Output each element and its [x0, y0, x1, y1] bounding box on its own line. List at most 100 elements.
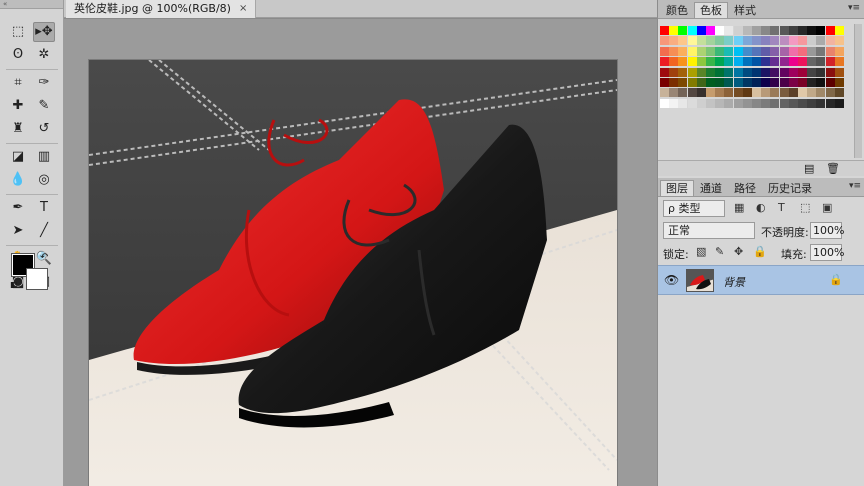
default-colors-icon[interactable]: ◧ [10, 280, 18, 289]
color-swatch[interactable] [788, 67, 798, 77]
clone-stamp-tool-icon[interactable]: ♜ [7, 119, 29, 139]
color-swatch[interactable] [770, 57, 780, 67]
color-swatch[interactable] [733, 57, 743, 67]
color-swatch[interactable] [742, 98, 752, 108]
color-swatch[interactable] [669, 78, 679, 87]
background-color-swatch[interactable] [26, 268, 48, 290]
color-swatch[interactable] [706, 98, 715, 108]
color-swatch[interactable] [706, 26, 715, 35]
layer-filter-select[interactable]: ρ 类型 [663, 200, 725, 217]
color-swatch[interactable] [733, 88, 743, 98]
path-selection-tool-icon[interactable]: ➤ [7, 221, 29, 241]
color-swatch[interactable] [752, 57, 761, 67]
color-swatch[interactable] [770, 67, 780, 77]
color-swatch[interactable] [669, 67, 679, 77]
color-swatch[interactable] [696, 88, 706, 98]
tab-color[interactable]: 颜色 [660, 2, 694, 18]
color-swatch[interactable] [660, 57, 669, 67]
color-swatch[interactable] [742, 67, 752, 77]
filter-smart-object-icon[interactable]: ▣ [822, 201, 832, 214]
color-swatch[interactable] [733, 67, 743, 77]
color-swatch[interactable] [696, 26, 706, 35]
color-swatch[interactable] [834, 46, 844, 56]
tab-channels[interactable]: 通道 [694, 180, 728, 196]
color-swatch[interactable] [825, 88, 835, 98]
color-swatch[interactable] [696, 67, 706, 77]
color-swatch[interactable] [706, 78, 715, 87]
color-swatch[interactable] [761, 67, 771, 77]
pen-tool-icon[interactable]: ✒ [7, 198, 29, 218]
color-swatch[interactable] [770, 78, 780, 87]
eyedropper-tool-icon[interactable]: ✑ [33, 73, 55, 93]
color-swatch[interactable] [678, 46, 688, 56]
move-tool-icon[interactable]: ▸✥ [33, 22, 55, 42]
color-swatch[interactable] [752, 78, 761, 87]
tab-swatches[interactable]: 色板 [694, 2, 728, 18]
color-swatch[interactable] [669, 46, 679, 56]
color-swatch[interactable] [669, 57, 679, 67]
color-swatch[interactable] [696, 57, 706, 67]
color-swatch[interactable] [779, 46, 789, 56]
color-swatch[interactable] [834, 67, 844, 77]
color-swatch[interactable] [715, 98, 725, 108]
color-swatch[interactable] [825, 57, 835, 67]
healing-brush-tool-icon[interactable]: ✚ [7, 96, 29, 116]
color-swatch[interactable] [779, 88, 789, 98]
color-swatch[interactable] [696, 36, 706, 46]
eraser-tool-icon[interactable]: ◪ [7, 147, 29, 167]
color-swatch[interactable] [678, 78, 688, 87]
eye-icon[interactable]: 👁 [664, 273, 679, 287]
color-swatch[interactable] [825, 98, 835, 108]
brush-tool-icon[interactable]: ✎ [33, 96, 55, 116]
lock-position-icon[interactable]: ✥ [734, 245, 743, 258]
color-swatch[interactable] [742, 36, 752, 46]
color-swatch[interactable] [807, 67, 817, 77]
color-swatch[interactable] [816, 36, 826, 46]
color-swatch[interactable] [742, 78, 752, 87]
color-swatch[interactable] [807, 98, 817, 108]
filter-adjustment-icon[interactable]: ◐ [756, 201, 766, 214]
lock-all-icon[interactable]: 🔒 [753, 245, 767, 258]
color-swatch[interactable] [761, 36, 771, 46]
color-swatch[interactable] [798, 78, 807, 87]
color-swatch[interactable] [733, 26, 743, 35]
color-swatch[interactable] [788, 46, 798, 56]
opacity-field[interactable]: 100% [810, 222, 844, 239]
fill-field[interactable]: 100% [810, 244, 844, 261]
color-swatch[interactable] [742, 26, 752, 35]
color-swatch[interactable] [779, 57, 789, 67]
filter-shape-icon[interactable]: ⬚ [800, 201, 810, 214]
color-swatch[interactable] [761, 26, 771, 35]
color-swatch[interactable] [687, 57, 697, 67]
color-swatch[interactable] [807, 26, 817, 35]
color-swatch[interactable] [825, 67, 835, 77]
color-swatch[interactable] [834, 88, 844, 98]
tab-paths[interactable]: 路径 [728, 180, 762, 196]
color-swatch[interactable] [687, 67, 697, 77]
close-icon[interactable]: × [239, 0, 247, 18]
color-swatch[interactable] [752, 46, 761, 56]
gradient-tool-icon[interactable]: ▥ [33, 147, 55, 167]
color-swatch[interactable] [752, 98, 761, 108]
color-swatch[interactable] [660, 46, 669, 56]
color-swatch[interactable] [715, 78, 725, 87]
color-swatch[interactable] [779, 67, 789, 77]
color-swatch[interactable] [724, 46, 734, 56]
new-swatch-icon[interactable]: ▤ [804, 162, 814, 175]
color-swatch[interactable] [678, 36, 688, 46]
color-swatch[interactable] [696, 46, 706, 56]
color-swatch[interactable] [724, 57, 734, 67]
color-swatch[interactable] [733, 36, 743, 46]
lasso-tool-icon[interactable]: ʘ [7, 45, 29, 65]
document-tab[interactable]: 英伦皮鞋.jpg @ 100%(RGB/8) × [66, 0, 257, 18]
color-swatch[interactable] [669, 98, 679, 108]
color-swatch[interactable] [807, 88, 817, 98]
color-swatch[interactable] [807, 36, 817, 46]
canvas-area[interactable] [64, 19, 657, 486]
color-swatch[interactable] [724, 36, 734, 46]
color-swatch[interactable] [715, 26, 725, 35]
tab-layers[interactable]: 图层 [660, 180, 694, 196]
color-swatch[interactable] [678, 67, 688, 77]
color-swatch[interactable] [779, 78, 789, 87]
color-swatch[interactable] [834, 98, 844, 108]
